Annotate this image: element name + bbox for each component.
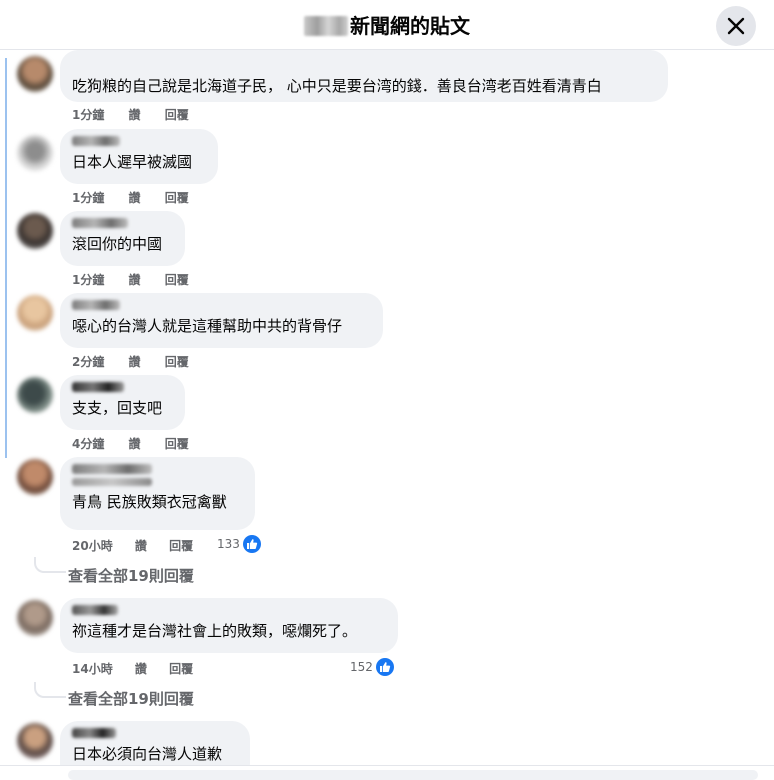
comment-text: 滾回你的中國 bbox=[72, 235, 163, 253]
comment-time[interactable]: 1分鐘 bbox=[72, 191, 104, 205]
like-button[interactable]: 讚 bbox=[129, 273, 141, 287]
comment-bubble: 日本必須向台灣人道歉 bbox=[60, 721, 250, 765]
comment-time[interactable]: 1分鐘 bbox=[72, 108, 104, 122]
redacted-page-name bbox=[304, 16, 348, 36]
comment-actions: 1分鐘 讚 回覆 bbox=[72, 106, 209, 123]
avatar[interactable] bbox=[17, 723, 53, 759]
comment-text: 日本必須向台灣人道歉 bbox=[72, 745, 223, 763]
redacted-author-name[interactable] bbox=[72, 728, 116, 738]
comment-actions: 1分鐘 讚 回覆 bbox=[72, 271, 209, 288]
reply-button[interactable]: 回覆 bbox=[169, 662, 193, 676]
avatar[interactable] bbox=[17, 56, 53, 92]
reply-button[interactable]: 回覆 bbox=[165, 191, 189, 205]
reply-button[interactable]: 回覆 bbox=[169, 539, 193, 553]
comment-text: 支支，回支吧 bbox=[72, 399, 163, 417]
reply-connector bbox=[34, 682, 66, 698]
like-button[interactable]: 讚 bbox=[129, 437, 141, 451]
comment-composer bbox=[0, 765, 774, 780]
comment-actions: 1分鐘 讚 回覆 bbox=[72, 189, 209, 206]
like-reaction-icon bbox=[375, 658, 394, 676]
reaction-count: 133 bbox=[217, 537, 240, 551]
reply-button[interactable]: 回覆 bbox=[165, 273, 189, 287]
reply-button[interactable]: 回覆 bbox=[165, 108, 189, 122]
dialog-header: 新聞網的貼文 bbox=[0, 0, 774, 50]
comment-bubble: 滾回你的中國 bbox=[60, 211, 185, 266]
comment-text: 青鳥 民族敗類衣冠禽獸 bbox=[72, 493, 227, 511]
avatar[interactable] bbox=[17, 600, 53, 636]
dialog-title: 新聞網的貼文 bbox=[0, 10, 774, 39]
comment-text: 祢這種才是台灣社會上的敗類，噁爛死了。 bbox=[72, 622, 358, 640]
like-button[interactable]: 讚 bbox=[135, 539, 147, 553]
like-button[interactable]: 讚 bbox=[129, 191, 141, 205]
avatar[interactable] bbox=[17, 459, 53, 495]
avatar[interactable] bbox=[17, 213, 53, 249]
redacted-author-subtitle bbox=[72, 478, 152, 486]
comment-bubble: 吃狗粮的自己說是北海道子民， 心中只是要台湾的錢．善良台湾老百姓看清青白 bbox=[60, 50, 668, 102]
comment-bubble: 支支，回支吧 bbox=[60, 375, 185, 430]
avatar[interactable] bbox=[17, 135, 53, 171]
comment-text: 吃狗粮的自己說是北海道子民， 心中只是要台湾的錢．善良台湾老百姓看清青白 bbox=[72, 77, 602, 95]
redacted-author-name[interactable] bbox=[72, 605, 118, 615]
redacted-author-name[interactable] bbox=[72, 218, 128, 228]
reaction-summary[interactable]: 133 bbox=[217, 535, 261, 553]
comment-bubble: 祢這種才是台灣社會上的敗類，噁爛死了。 bbox=[60, 598, 398, 653]
reply-button[interactable]: 回覆 bbox=[165, 355, 189, 369]
comments-list[interactable]: 吃狗粮的自己說是北海道子民， 心中只是要台湾的錢．善良台湾老百姓看清青白 1分鐘… bbox=[0, 50, 774, 765]
comment-text: 日本人遲早被滅國 bbox=[72, 153, 193, 171]
dialog-title-text: 新聞網的貼文 bbox=[350, 14, 470, 38]
close-button[interactable] bbox=[716, 6, 756, 46]
comment-time[interactable]: 14小時 bbox=[72, 662, 113, 676]
comment-actions: 2分鐘 讚 回覆 bbox=[72, 353, 209, 370]
comment-actions: 14小時 讚 回覆 bbox=[72, 660, 213, 677]
view-replies-link[interactable]: 查看全部19則回覆 bbox=[68, 565, 194, 586]
like-button[interactable]: 讚 bbox=[129, 355, 141, 369]
comment-bubble: 噁心的台灣人就是這種幫助中共的背骨仔 bbox=[60, 293, 383, 348]
comment-time[interactable]: 4分鐘 bbox=[72, 437, 104, 451]
comment-time[interactable]: 2分鐘 bbox=[72, 355, 104, 369]
redacted-author-name[interactable] bbox=[72, 464, 152, 474]
avatar[interactable] bbox=[17, 377, 53, 413]
like-reaction-icon bbox=[242, 535, 261, 553]
reaction-count: 152 bbox=[350, 660, 373, 674]
comment-actions: 4分鐘 讚 回覆 bbox=[72, 435, 209, 452]
reply-button[interactable]: 回覆 bbox=[165, 437, 189, 451]
comment-actions: 20小時 讚 回覆 bbox=[72, 537, 213, 554]
redacted-author-name[interactable] bbox=[72, 136, 120, 146]
comment-input[interactable] bbox=[68, 770, 758, 780]
comment-bubble: 青鳥 民族敗類衣冠禽獸 bbox=[60, 457, 255, 530]
like-button[interactable]: 讚 bbox=[129, 108, 141, 122]
view-replies-link[interactable]: 查看全部19則回覆 bbox=[68, 688, 194, 709]
comment-time[interactable]: 20小時 bbox=[72, 539, 113, 553]
comment-text: 噁心的台灣人就是這種幫助中共的背骨仔 bbox=[72, 317, 343, 335]
like-button[interactable]: 讚 bbox=[135, 662, 147, 676]
redacted-author-name[interactable] bbox=[72, 382, 124, 392]
thread-indicator bbox=[5, 58, 7, 458]
redacted-author-name[interactable] bbox=[72, 300, 120, 310]
comment-time[interactable]: 1分鐘 bbox=[72, 273, 104, 287]
close-icon bbox=[727, 17, 745, 35]
comment-bubble: 日本人遲早被滅國 bbox=[60, 129, 218, 184]
avatar[interactable] bbox=[17, 295, 53, 331]
reply-connector bbox=[34, 557, 66, 573]
reaction-summary[interactable]: 152 bbox=[350, 658, 394, 676]
